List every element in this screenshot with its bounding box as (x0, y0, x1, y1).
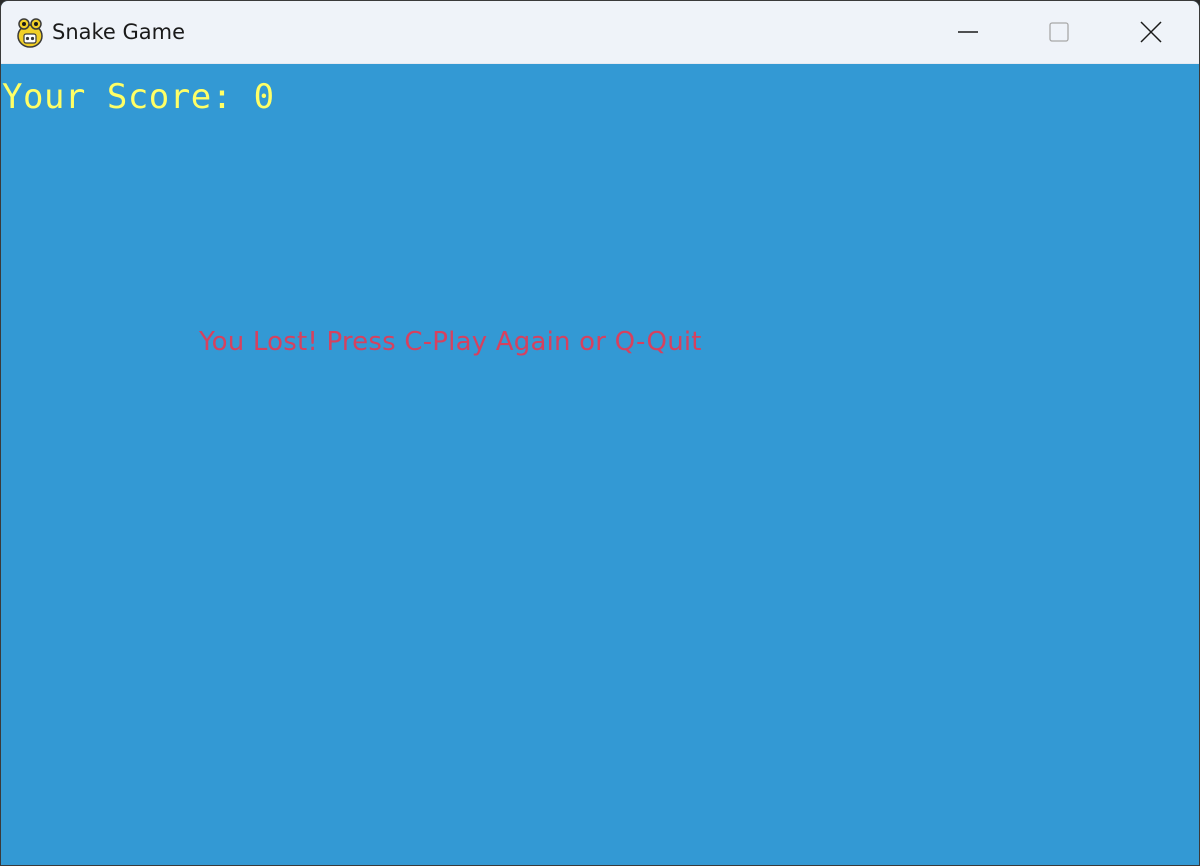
window-title: Snake Game (52, 20, 186, 44)
close-button[interactable] (1105, 1, 1197, 63)
maximize-button[interactable] (1013, 1, 1105, 63)
game-window: Snake Game Your Score: 0 You Lost! Press… (0, 0, 1200, 866)
minimize-icon (958, 22, 978, 42)
snake-app-icon (15, 17, 45, 49)
score-display: Your Score: 0 (2, 77, 275, 117)
game-canvas[interactable]: Your Score: 0 You Lost! Press C-Play Aga… (1, 64, 1199, 865)
minimize-button[interactable] (922, 1, 1014, 63)
title-bar[interactable]: Snake Game (1, 1, 1199, 64)
maximize-icon (1049, 22, 1069, 42)
close-icon (1140, 21, 1162, 43)
game-over-message: You Lost! Press C-Play Again or Q-Quit (199, 327, 702, 357)
